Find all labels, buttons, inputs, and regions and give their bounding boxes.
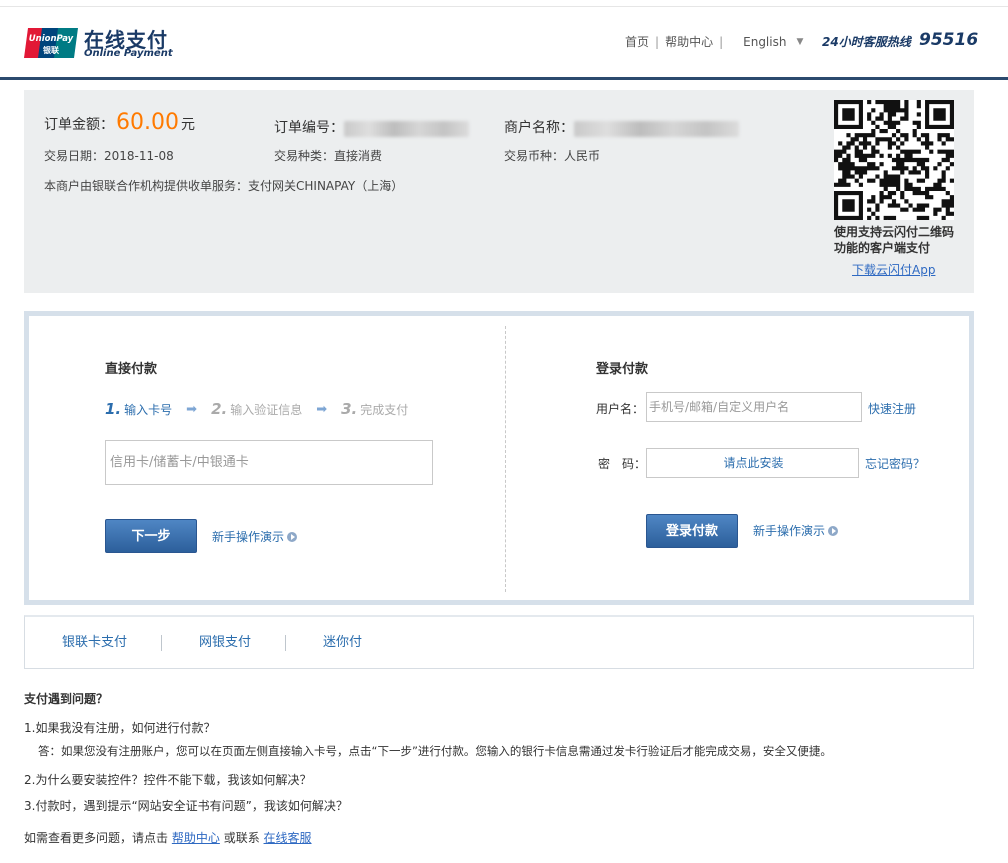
step-2: 2. 输入验证信息 <box>211 400 302 418</box>
direct-pay-demo-link[interactable]: 新手操作演示 <box>212 528 298 545</box>
language-label: English <box>743 34 787 49</box>
order-amount-label: 订单金额： <box>44 117 114 133</box>
password-control-install[interactable]: 请点此安装 <box>646 448 859 478</box>
order-amount-value: 60.00 <box>116 110 179 135</box>
faq-answer-1: 答：如果您没有注册账户，您可以在页面左侧直接输入卡号，点击“下一步”进行付款。您… <box>38 744 832 758</box>
hotline-number: 95516 <box>919 30 979 50</box>
transaction-currency-label: 交易币种： <box>504 149 565 163</box>
password-label: 密 码： <box>598 457 647 471</box>
transaction-currency: 交易币种：人民币 <box>504 147 600 164</box>
merchant-name: 商户名称： <box>504 117 739 137</box>
step-1-num: 1. <box>105 400 122 418</box>
next-step-button[interactable]: 下一步 <box>105 519 197 553</box>
transaction-date: 交易日期：2018-11-08 <box>44 147 174 164</box>
step-2-num: 2. <box>211 400 228 418</box>
play-icon <box>287 531 298 542</box>
panel-divider <box>505 326 506 592</box>
login-pay-title: 登录付款 <box>596 362 649 377</box>
arrow-right-icon: ➡ <box>186 401 198 417</box>
nav-separator: | <box>655 34 660 49</box>
tab-online-banking[interactable]: 网银支付 <box>162 634 287 651</box>
order-number: 订单编号： <box>274 117 469 137</box>
site-title-en: Online Payment <box>84 48 173 59</box>
direct-pay-steps: 1. 输入卡号 ➡ 2. 输入验证信息 ➡ 3. 完成支付 <box>105 400 408 418</box>
download-app-link[interactable]: 下载云闪付App <box>852 261 935 278</box>
qr-caption: 使用支持云闪付二维码 功能的客户端支付 <box>834 224 974 256</box>
nav-home-link[interactable]: 首页 <box>625 33 649 50</box>
qr-caption-line2: 功能的客户端支付 <box>834 241 931 255</box>
step-3-num: 3. <box>341 400 358 418</box>
login-pay-demo-label: 新手操作演示 <box>753 524 826 538</box>
order-number-label: 订单编号： <box>274 120 344 136</box>
payment-method-tabs: 银联卡支付 网银支付 迷你付 <box>24 615 974 669</box>
login-pay-button[interactable]: 登录付款 <box>646 514 738 548</box>
faq-question-2[interactable]: 2.为什么要安装控件？控件不能下载，我该如何解决？ <box>24 771 311 788</box>
quick-register-link[interactable]: 快速注册 <box>868 400 916 417</box>
merchant-name-redacted <box>574 120 739 137</box>
step-3-label: 完成支付 <box>360 403 409 417</box>
qr-code-modules <box>834 100 954 220</box>
username-input[interactable]: 手机号/邮箱/自定义用户名 <box>646 392 862 422</box>
play-icon <box>828 525 839 536</box>
merchant-name-label: 商户名称： <box>504 120 574 136</box>
logo-brand-cn-text: 银联 <box>42 45 59 55</box>
header: UnionPay 银联 在线支付 Online Payment 首页 | 帮助中… <box>0 0 1008 80</box>
order-amount: 订单金额：60.00 元 <box>44 110 195 135</box>
step-1: 1. 输入卡号 <box>105 400 172 418</box>
transaction-type-label: 交易种类： <box>274 149 335 163</box>
transaction-currency-value: 人民币 <box>564 149 601 163</box>
step-1-label: 输入卡号 <box>124 403 173 417</box>
order-number-redacted <box>344 120 469 137</box>
nav-separator: | <box>719 34 724 49</box>
step-3: 3. 完成支付 <box>341 400 408 418</box>
transaction-date-value: 2018-11-08 <box>104 149 174 163</box>
qr-code <box>834 100 954 220</box>
faq-or-contact: 或联系 <box>223 831 260 845</box>
payment-panel: 直接付款 1. 输入卡号 ➡ 2. 输入验证信息 ➡ 3. 完成支付 信用卡/储蓄卡/… <box>24 311 974 605</box>
direct-pay-title: 直接付款 <box>105 362 158 377</box>
faq-question-1: 1.如果我没有注册，如何进行付款？ <box>24 721 216 735</box>
faq-question-3[interactable]: 3.付款时，遇到提示“网站安全证书有问题”，我该如何解决？ <box>24 797 348 814</box>
transaction-type: 交易种类：直接消费 <box>274 147 382 164</box>
header-top-line <box>0 6 1008 7</box>
tab-mini-pay[interactable]: 迷你付 <box>286 635 396 651</box>
card-number-input[interactable]: 信用卡/储蓄卡/中银通卡 <box>105 440 433 485</box>
help-center-link[interactable]: 帮助中心 <box>172 831 220 845</box>
tab-unionpay-card[interactable]: 银联卡支付 <box>25 634 163 651</box>
top-nav: 首页 | 帮助中心 | English ▼ <box>625 33 803 50</box>
unionpay-logo[interactable]: UnionPay 银联 <box>24 26 78 60</box>
forgot-password-link[interactable]: 忘记密码？ <box>865 455 925 472</box>
logo-brand-text: UnionPay <box>29 34 74 44</box>
faq-more-help: 如需查看更多问题，请点击 帮助中心 或联系 在线客服 <box>24 829 312 846</box>
faq-more-prefix: 如需查看更多问题，请点击 <box>24 831 169 845</box>
acquirer-note: 本商户由银联合作机构提供收单服务：支付网关CHINAPAY（上海） <box>44 179 404 193</box>
chevron-down-icon: ▼ <box>796 36 804 47</box>
language-select[interactable]: English ▼ <box>743 35 803 49</box>
direct-pay-demo-label: 新手操作演示 <box>212 530 285 544</box>
order-info-panel: 订单金额：60.00 元 订单编号： 商户名称： 交易日期：2018-11-08 … <box>24 90 974 293</box>
login-pay-demo-link[interactable]: 新手操作演示 <box>753 522 839 539</box>
qr-caption-line1: 使用支持云闪付二维码 <box>834 225 955 239</box>
nav-help-link[interactable]: 帮助中心 <box>665 33 713 50</box>
hotline-label: 24小时客服热线 <box>822 35 911 49</box>
arrow-right-icon: ➡ <box>316 401 328 417</box>
faq-title: 支付遇到问题？ <box>24 692 109 706</box>
username-label: 用户名： <box>596 402 645 416</box>
order-amount-unit: 元 <box>180 117 195 133</box>
online-service-link[interactable]: 在线客服 <box>264 831 312 845</box>
transaction-date-label: 交易日期： <box>44 149 105 163</box>
step-2-label: 输入验证信息 <box>230 403 303 417</box>
transaction-type-value: 直接消费 <box>334 149 383 163</box>
